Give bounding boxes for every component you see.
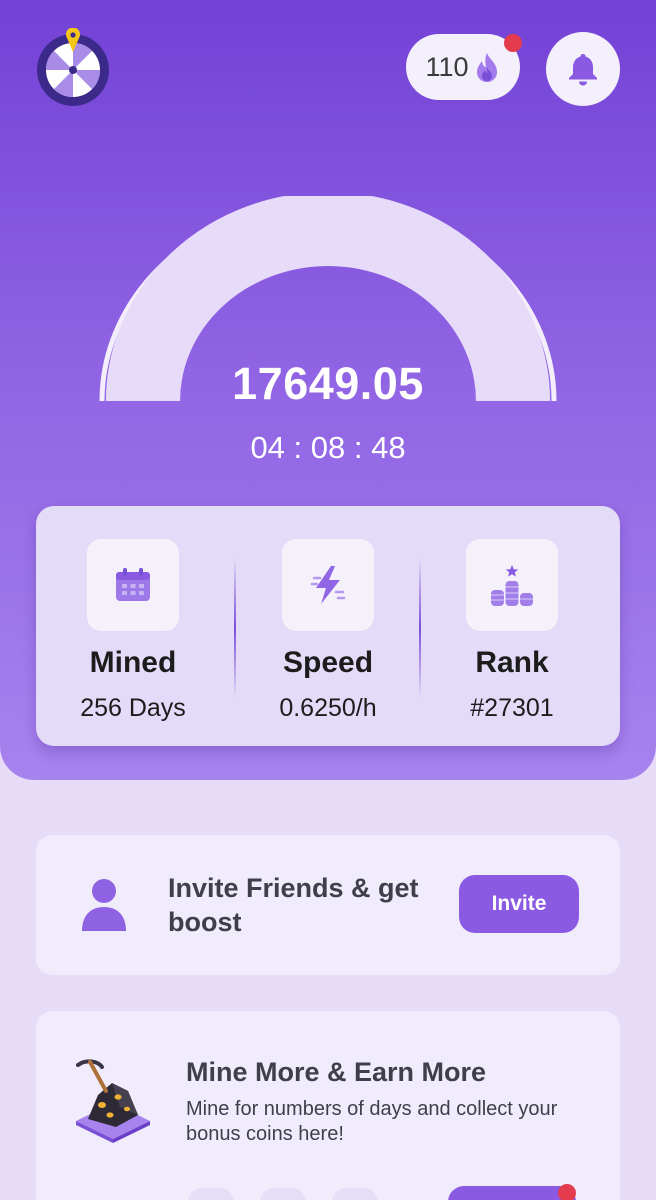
stat-title: Rank [475,646,549,679]
flame-icon [476,53,497,82]
stat-value: 0.6250/h [279,694,377,722]
stat-title: Speed [282,646,374,679]
mined-balance: 17649.05 [232,358,424,409]
ranking-icon [491,565,533,606]
spin-wheel-icon [37,27,109,106]
invite-text: Invite Friends & get boost [168,873,419,937]
stat-rank: Rank #27301 [415,506,609,746]
bonus-day-chip[interactable] [188,1188,234,1200]
mine-more-heading: Mine More & Earn More [186,1057,487,1087]
calendar-icon [116,568,150,601]
bell-icon [569,54,597,86]
mining-countdown: 04 : 08 : 48 [250,430,406,465]
stat-value: 256 Days [80,694,186,722]
bonus-day-chip[interactable] [260,1188,306,1200]
stat-value: #27301 [470,694,554,722]
bonus-day-chip[interactable] [332,1188,378,1200]
stat-speed: Speed 0.6250/h [231,506,425,746]
stats-card: Mined 256 Days Speed 0.6250/h Rank #2730… [36,506,620,746]
mine-more-card: Mine More & Earn More Mine for numbers o… [36,1011,620,1200]
invite-button[interactable]: Invite [459,875,579,933]
invite-friends-card: Invite Friends & get boost Invite [36,835,620,975]
streak-count: 110 [425,51,469,82]
stat-title: Mined [89,646,177,679]
streak-counter-button[interactable]: 110 [406,34,522,100]
notifications-button[interactable] [546,32,620,106]
notification-dot [558,1184,576,1200]
collect-bonus-button[interactable] [448,1186,576,1200]
mining-rock-icon [76,1059,150,1143]
lightning-icon [310,566,346,604]
stat-mined: Mined 256 Days [36,506,230,746]
mine-more-description: Mine for numbers of days and collect you… [186,1098,558,1145]
notification-dot [504,34,522,52]
spin-wheel-button[interactable] [34,27,112,106]
user-icon [82,879,126,931]
